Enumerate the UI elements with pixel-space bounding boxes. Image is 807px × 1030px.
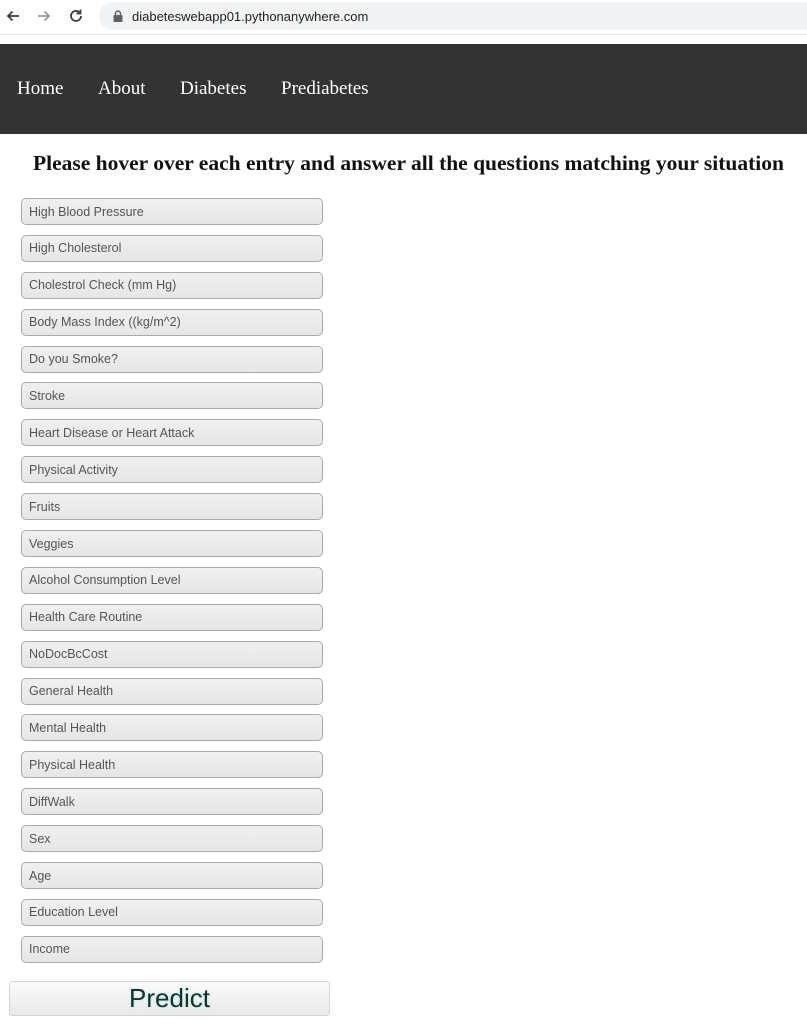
bmi-input[interactable] <box>21 308 323 336</box>
high-blood-pressure-input[interactable] <box>21 198 323 225</box>
stroke-input[interactable] <box>21 382 323 410</box>
nav-prediabetes-link[interactable]: Prediabetes <box>281 78 369 100</box>
reload-icon[interactable] <box>65 5 87 27</box>
address-bar[interactable]: diabeteswebapp01.pythonanywhere.com <box>99 2 807 30</box>
physical-health-input[interactable] <box>21 751 323 779</box>
age-input[interactable] <box>21 862 323 890</box>
url-text: diabeteswebapp01.pythonanywhere.com <box>132 8 369 24</box>
main-nav: Home About Diabetes Prediabetes <box>0 44 807 134</box>
smoker-input[interactable] <box>21 345 323 373</box>
fruits-input[interactable] <box>21 493 323 521</box>
lock-icon <box>111 9 125 23</box>
nav-diabetes-link[interactable]: Diabetes <box>180 78 246 100</box>
sex-input[interactable] <box>21 825 323 853</box>
alcohol-consumption-input[interactable] <box>21 566 323 594</box>
education-level-input[interactable] <box>21 898 323 926</box>
page-title: Please hover over each entry and answer … <box>33 151 784 175</box>
health-care-routine-input[interactable] <box>21 603 323 631</box>
browser-toolbar: diabeteswebapp01.pythonanywhere.com <box>0 0 807 35</box>
prediction-form <box>21 198 323 973</box>
diff-walk-input[interactable] <box>21 788 323 816</box>
arrow-left-icon[interactable] <box>2 5 24 27</box>
general-health-input[interactable] <box>21 677 323 705</box>
high-cholesterol-input[interactable] <box>21 234 323 262</box>
cholesterol-check-input[interactable] <box>21 271 323 299</box>
no-doc-bc-cost-input[interactable] <box>21 640 323 668</box>
income-input[interactable] <box>21 935 323 963</box>
nav-home-link[interactable]: Home <box>17 78 63 100</box>
physical-activity-input[interactable] <box>21 456 323 484</box>
veggies-input[interactable] <box>21 530 323 558</box>
arrow-right-icon[interactable] <box>33 5 55 27</box>
nav-about-link[interactable]: About <box>98 78 146 100</box>
predict-button[interactable]: Predict <box>9 981 330 1016</box>
heart-disease-input[interactable] <box>21 419 323 447</box>
mental-health-input[interactable] <box>21 714 323 742</box>
